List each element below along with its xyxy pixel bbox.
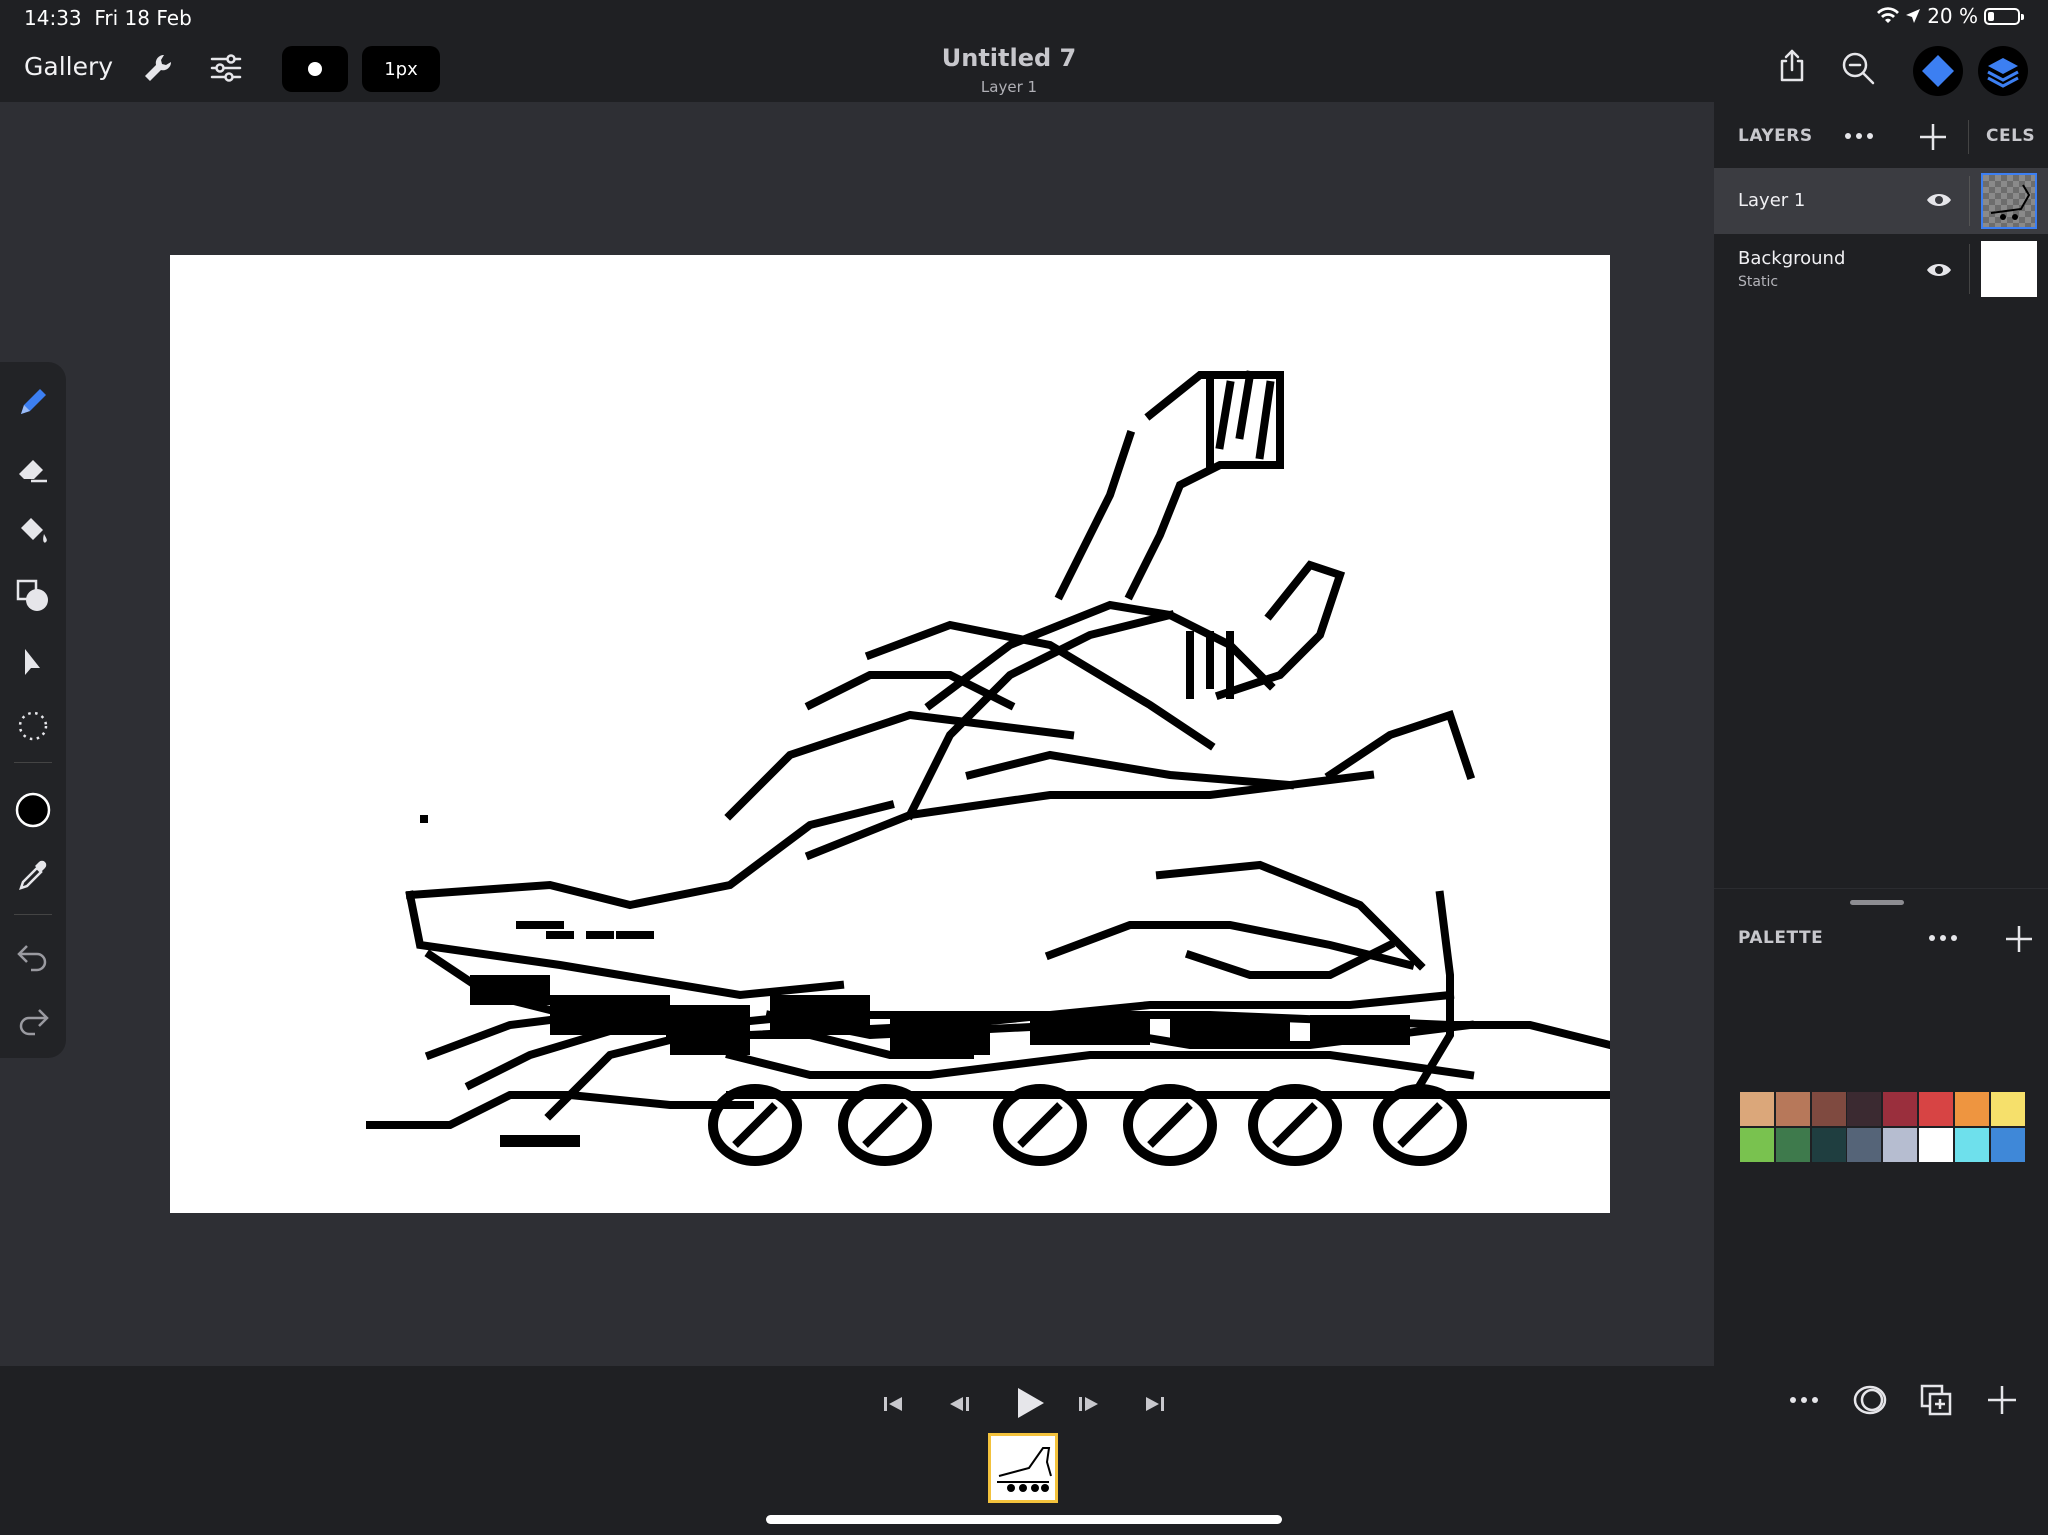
document-title[interactable]: Untitled 7 — [0, 44, 2018, 72]
layers-more-icon[interactable] — [1842, 124, 1876, 148]
tool-divider — [14, 762, 52, 763]
palette-divider — [1714, 888, 2048, 889]
skip-to-start-icon[interactable] — [875, 1386, 911, 1422]
onion-skin-icon[interactable] — [1852, 1382, 1888, 1418]
undo-icon[interactable] — [13, 936, 53, 976]
select-arrow-icon[interactable] — [13, 642, 53, 682]
palette-title: PALETTE — [1738, 928, 1824, 948]
top-toolbar: 14:33 Fri 18 Feb 20 % Gallery 1px Untitl… — [0, 0, 2048, 102]
color-circle-icon[interactable] — [13, 790, 53, 830]
duplicate-frame-icon[interactable] — [1918, 1382, 1954, 1418]
fill-bucket-icon[interactable] — [13, 512, 53, 552]
timeline-more-icon[interactable] — [1786, 1382, 1822, 1418]
palette-swatch[interactable] — [1740, 1128, 1774, 1162]
layers-title: LAYERS — [1738, 126, 1813, 146]
palette-more-icon[interactable] — [1926, 926, 1960, 950]
shapes-icon[interactable] — [13, 576, 53, 616]
palette-swatch[interactable] — [1847, 1128, 1882, 1162]
palette-swatch[interactable] — [1811, 1128, 1846, 1162]
layer-name: Background — [1738, 248, 1846, 269]
eye-icon[interactable] — [1925, 260, 1953, 280]
header-divider — [1968, 120, 1969, 154]
location-arrow-icon — [1906, 9, 1921, 23]
tool-divider — [14, 914, 52, 915]
layer-row-layer-1[interactable]: Layer 1 — [1714, 168, 2048, 234]
palette-swatch[interactable] — [1775, 1092, 1810, 1126]
wifi-icon — [1877, 7, 1900, 23]
add-layer-icon[interactable] — [1918, 122, 1948, 152]
layer-thumbnail[interactable] — [1981, 241, 2037, 297]
palette-swatch[interactable] — [1775, 1128, 1810, 1162]
pencil-icon[interactable] — [13, 382, 53, 422]
home-indicator[interactable] — [766, 1515, 1282, 1524]
palette-swatch[interactable] — [1883, 1092, 1918, 1126]
drawing-canvas[interactable] — [170, 255, 1610, 1213]
palette-swatch[interactable] — [1811, 1092, 1846, 1126]
redo-icon[interactable] — [13, 1000, 53, 1040]
add-frame-icon[interactable] — [1984, 1382, 2020, 1418]
palette-swatch[interactable] — [1919, 1128, 1953, 1162]
current-layer-label: Layer 1 — [980, 78, 1038, 96]
palette-swatch[interactable] — [1954, 1128, 1989, 1162]
battery-percent: 20 % — [1927, 4, 1978, 28]
skate-drawing — [366, 370, 1610, 1166]
share-icon[interactable] — [1774, 48, 1810, 84]
layer-name: Layer 1 — [1738, 190, 1806, 211]
palette-swatch[interactable] — [1740, 1092, 1774, 1126]
layer-row-background[interactable]: Background Static — [1714, 236, 2048, 302]
palette-swatch[interactable] — [1990, 1092, 2025, 1126]
cels-title[interactable]: CELS — [1986, 126, 2035, 146]
skate-thumbnail-icon — [1990, 184, 2031, 220]
add-color-icon[interactable] — [2004, 924, 2034, 954]
layers-toggle-button[interactable] — [1978, 46, 2028, 96]
palette-swatch[interactable] — [1883, 1128, 1918, 1162]
zoom-icon[interactable] — [1840, 50, 1876, 86]
skate-frame-icon — [997, 1447, 1052, 1492]
layer-status: Static — [1738, 274, 1779, 290]
palette-swatch[interactable] — [1990, 1128, 2025, 1162]
row-divider — [1969, 244, 1970, 294]
palette-swatch[interactable] — [1919, 1092, 1953, 1126]
palette-swatch[interactable] — [1954, 1092, 1989, 1126]
eraser-icon[interactable] — [13, 448, 53, 488]
tool-options-button[interactable] — [1913, 46, 1963, 96]
row-divider — [1969, 176, 1970, 226]
eye-icon[interactable] — [1925, 190, 1953, 210]
play-icon[interactable] — [1006, 1380, 1052, 1426]
layer-thumbnail[interactable] — [1981, 173, 2037, 229]
skip-to-end-icon[interactable] — [1137, 1386, 1173, 1422]
diamond-icon — [1922, 55, 1954, 87]
lasso-select-icon[interactable] — [13, 706, 53, 746]
tool-strip — [0, 362, 66, 1058]
layers-panel: LAYERS CELS Layer 1 Background Static PA… — [1714, 102, 2048, 1366]
next-frame-icon[interactable] — [1071, 1386, 1107, 1422]
frame-thumbnail[interactable] — [988, 1433, 1058, 1503]
battery-icon — [1984, 7, 2024, 25]
previous-frame-icon[interactable] — [941, 1386, 977, 1422]
status-indicators: 20 % — [1877, 4, 2024, 28]
palette-swatch[interactable] — [1847, 1092, 1882, 1126]
palette-drag-handle[interactable] — [1850, 900, 1904, 905]
eyedropper-icon[interactable] — [13, 856, 53, 896]
status-time: 14:33 Fri 18 Feb — [24, 6, 192, 30]
layers-stack-icon — [1987, 58, 2019, 88]
